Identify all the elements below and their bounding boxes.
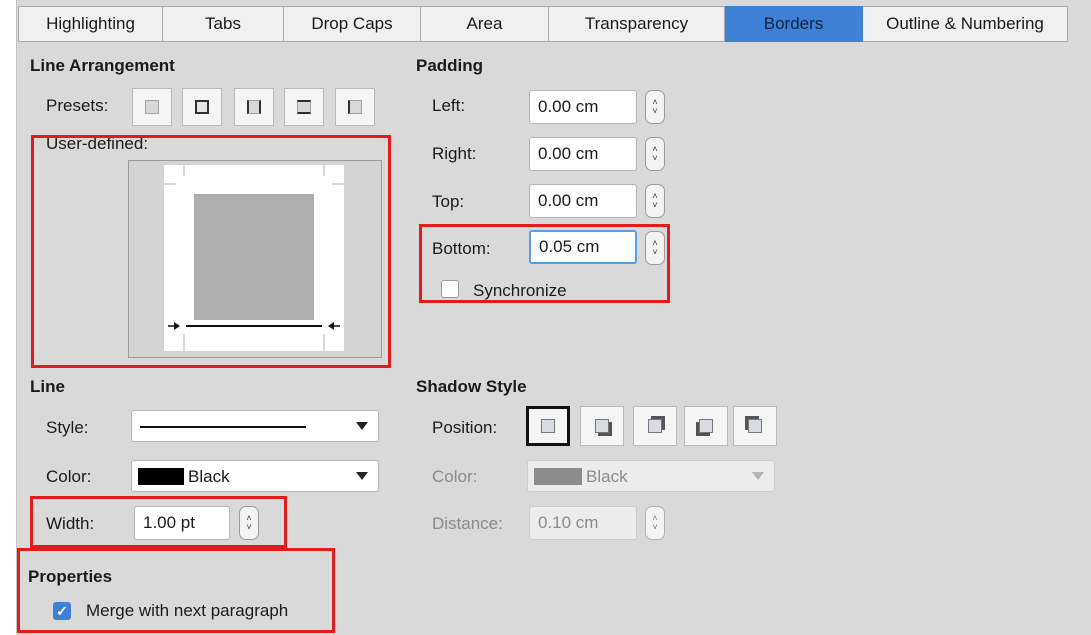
padding-left-stepper[interactable]: ˄ ˅ bbox=[645, 90, 665, 124]
tab-drop-caps[interactable]: Drop Caps bbox=[284, 6, 421, 42]
tab-outline-numbering[interactable]: Outline & Numbering bbox=[863, 6, 1068, 42]
left-border-icon bbox=[348, 100, 362, 114]
shadow-bottom-right-icon bbox=[595, 419, 609, 433]
tab-bar: Highlighting Tabs Drop Caps Area Transpa… bbox=[18, 6, 1068, 42]
shadow-distance-label: Distance: bbox=[432, 514, 503, 533]
highlight-padding-bottom bbox=[419, 224, 670, 303]
padding-top-field[interactable]: 0.00 cm bbox=[529, 184, 637, 218]
highlight-line-width bbox=[30, 496, 287, 548]
no-shadow-icon bbox=[541, 419, 555, 433]
shadow-color-value: Black bbox=[586, 467, 628, 486]
tab-highlighting[interactable]: Highlighting bbox=[18, 6, 163, 42]
line-style-label: Style: bbox=[46, 418, 89, 437]
preset-left-border[interactable] bbox=[335, 88, 375, 126]
shadow-top-left-icon bbox=[748, 419, 762, 433]
shadow-bottom-left-icon bbox=[699, 419, 713, 433]
shadow-none-button[interactable] bbox=[526, 406, 570, 446]
line-arrangement-heading: Line Arrangement bbox=[30, 56, 175, 75]
preset-left-right-borders[interactable] bbox=[234, 88, 274, 126]
solid-line-style-preview bbox=[140, 426, 306, 428]
shadow-color-dropdown[interactable]: Black bbox=[527, 460, 775, 492]
tab-area[interactable]: Area bbox=[421, 6, 549, 42]
line-color-label: Color: bbox=[46, 467, 92, 486]
preset-no-borders[interactable] bbox=[132, 88, 172, 126]
shadow-top-right-button[interactable] bbox=[633, 406, 677, 446]
padding-top-label: Top: bbox=[432, 192, 465, 211]
highlight-properties bbox=[17, 548, 335, 633]
tab-transparency[interactable]: Transparency bbox=[549, 6, 725, 42]
line-style-dropdown[interactable] bbox=[131, 410, 379, 442]
color-swatch bbox=[534, 468, 582, 485]
shadow-bottom-left-button[interactable] bbox=[684, 406, 728, 446]
chevron-down-icon bbox=[356, 422, 368, 430]
line-heading: Line bbox=[30, 377, 65, 396]
padding-left-label: Left: bbox=[432, 96, 466, 115]
chevron-down-icon bbox=[356, 472, 368, 480]
padding-right-label: Right: bbox=[432, 144, 477, 163]
line-color-value: Black bbox=[188, 467, 230, 486]
shadow-top-left-button[interactable] bbox=[733, 406, 777, 446]
shadow-distance-stepper[interactable]: ˄ ˅ bbox=[645, 506, 665, 540]
shadow-style-heading: Shadow Style bbox=[416, 377, 527, 396]
preset-all-borders[interactable] bbox=[182, 88, 222, 126]
padding-left-field[interactable]: 0.00 cm bbox=[529, 90, 637, 124]
shadow-color-label: Color: bbox=[432, 467, 478, 486]
line-color-dropdown[interactable]: Black bbox=[131, 460, 379, 492]
padding-heading: Padding bbox=[416, 56, 484, 75]
color-swatch bbox=[138, 468, 184, 485]
no-borders-icon bbox=[145, 100, 159, 114]
shadow-bottom-right-button[interactable] bbox=[580, 406, 624, 446]
presets-label: Presets: bbox=[46, 96, 109, 115]
highlight-user-defined bbox=[31, 135, 391, 368]
tab-tabs[interactable]: Tabs bbox=[163, 6, 284, 42]
left-right-borders-icon bbox=[247, 100, 261, 114]
chevron-down-icon bbox=[752, 472, 764, 480]
preset-top-bottom-borders[interactable] bbox=[284, 88, 324, 126]
all-borders-icon bbox=[195, 100, 209, 114]
padding-right-field[interactable]: 0.00 cm bbox=[529, 137, 637, 171]
shadow-top-right-icon bbox=[648, 419, 662, 433]
top-bottom-borders-icon bbox=[297, 100, 311, 114]
shadow-distance-field[interactable]: 0.10 cm bbox=[529, 506, 637, 540]
shadow-position-label: Position: bbox=[432, 418, 498, 437]
padding-top-stepper[interactable]: ˄ ˅ bbox=[645, 184, 665, 218]
tab-borders[interactable]: Borders bbox=[725, 6, 863, 42]
padding-right-stepper[interactable]: ˄ ˅ bbox=[645, 137, 665, 171]
